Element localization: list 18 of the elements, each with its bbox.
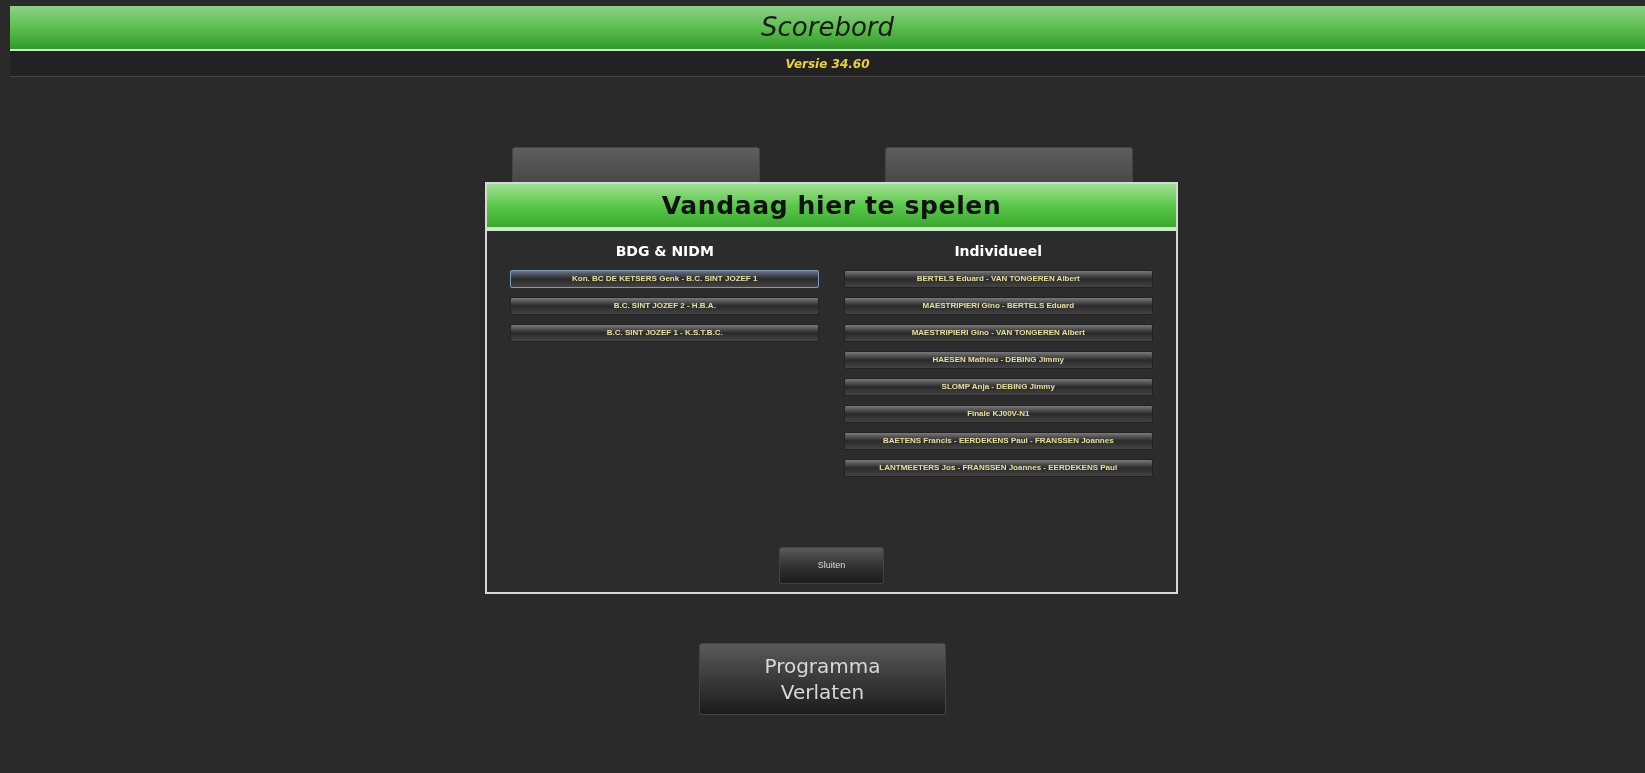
match-button[interactable]: B.C. SINT JOZEF 1 - K.S.T.B.C. — [510, 324, 820, 342]
close-button[interactable]: Sluiten — [779, 547, 884, 584]
match-button[interactable]: BERTELS Eduard - VAN TONGEREN Albert — [843, 270, 1153, 288]
match-button[interactable]: SLOMP Anja - DEBING Jimmy — [843, 378, 1153, 396]
column-heading: BDG & NIDM — [615, 242, 714, 261]
match-button[interactable]: LANTMEETERS Jos - FRANSSEN Joannes - EERDEKENS Paul — [843, 459, 1153, 477]
version-label: Versie 34.60 — [785, 55, 870, 73]
match-button[interactable]: MAESTRIPIERI Gino - BERTELS Eduard — [843, 297, 1153, 315]
column-heading: Individueel — [954, 242, 1043, 261]
exit-button[interactable]: Programma Verlaten — [699, 643, 946, 715]
dialog-title: Vandaag hier te spelen — [661, 189, 1002, 222]
match-button[interactable]: Finale KJ00V-N1 — [843, 405, 1153, 423]
match-button[interactable]: BAETENS Francis - EERDEKENS Paul - FRANSSEN Joannes — [843, 432, 1153, 450]
match-button[interactable]: HAESEN Mathieu - DEBING Jimmy — [843, 351, 1153, 369]
match-button[interactable]: MAESTRIPIERI Gino - VAN TONGEREN Albert — [843, 324, 1153, 342]
app-title: Scorebord — [761, 11, 894, 44]
match-button[interactable]: B.C. SINT JOZEF 2 - H.B.A. — [510, 297, 820, 315]
match-button[interactable]: Kon. BC DE KETSERS Genk - B.C. SINT JOZEF 1 — [510, 270, 820, 288]
